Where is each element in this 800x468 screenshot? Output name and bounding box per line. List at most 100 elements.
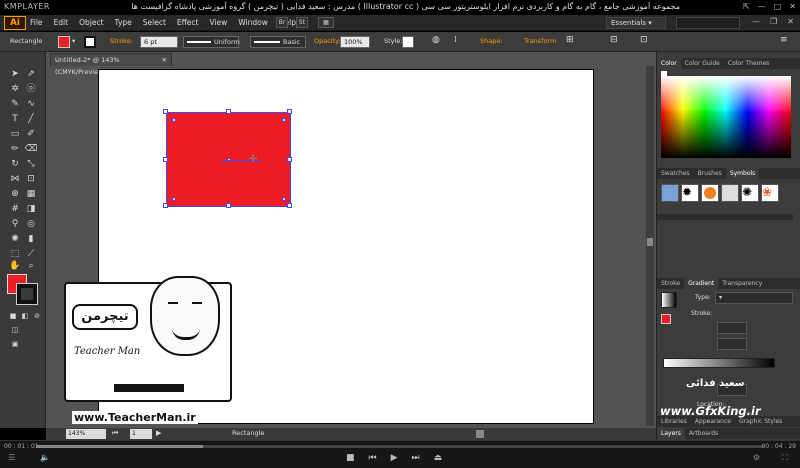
stroke-label[interactable]: Stroke:: [110, 37, 133, 45]
symbol-swatch-1[interactable]: [661, 184, 679, 202]
menu-type[interactable]: Type: [115, 18, 132, 27]
document-tab[interactable]: Untitled-2* @ 143% (CMYK/Preview) ✕: [50, 53, 172, 76]
stroke-color-swatch[interactable]: [84, 36, 96, 48]
opacity-label[interactable]: Opacity:: [314, 37, 341, 45]
corner-widget-top-right[interactable]: [282, 118, 286, 122]
tab-color-guide[interactable]: Color Guide: [681, 58, 724, 69]
scale-tool-icon[interactable]: ⤡: [24, 158, 38, 170]
direct-selection-tool-icon[interactable]: ⇗: [24, 68, 38, 80]
screen-mode-icon[interactable]: ▣: [8, 338, 22, 350]
tab-color-themes[interactable]: Color Themes: [724, 58, 773, 69]
free-transform-tool-icon[interactable]: ⊡: [24, 173, 38, 185]
symbol-swatch-5[interactable]: ✺: [741, 184, 759, 202]
maximize-icon[interactable]: □: [774, 2, 782, 11]
symbol-swatch-2[interactable]: ✹: [681, 184, 699, 202]
seek-bar[interactable]: [36, 445, 764, 448]
menu-edit[interactable]: Edit: [54, 18, 69, 27]
type-tool-icon[interactable]: T: [8, 113, 22, 125]
resize-handle-bottom[interactable]: [226, 203, 231, 208]
rotate-tool-icon[interactable]: ↻: [8, 158, 22, 170]
menu-window[interactable]: Window: [238, 18, 268, 27]
resize-handle-left[interactable]: [163, 157, 168, 162]
curvature-tool-icon[interactable]: ∿: [24, 98, 38, 110]
vertical-scroll-thumb[interactable]: [647, 238, 653, 246]
stop-icon[interactable]: ■: [346, 453, 355, 463]
menu-select[interactable]: Select: [143, 18, 166, 27]
artboard-tool-icon[interactable]: ⬚: [8, 248, 22, 260]
fill-dropdown-icon[interactable]: ▾: [72, 37, 75, 45]
app-minimize-icon[interactable]: —: [752, 17, 760, 26]
close-icon[interactable]: ✕: [789, 2, 796, 11]
width-tool-icon[interactable]: ⋈: [8, 173, 22, 185]
eyedropper-tool-icon[interactable]: ⚲: [8, 218, 22, 230]
tab-swatches[interactable]: Swatches: [657, 168, 694, 179]
volume-icon[interactable]: 🔈: [40, 453, 50, 462]
column-graph-tool-icon[interactable]: ▮: [24, 233, 38, 245]
symbol-sprayer-tool-icon[interactable]: ✺: [8, 233, 22, 245]
menu-object[interactable]: Object: [79, 18, 103, 27]
selection-tool-icon[interactable]: ➤: [8, 68, 22, 80]
arrange-documents-icon[interactable]: ▦: [318, 17, 334, 28]
bridge-button[interactable]: Br: [276, 17, 288, 28]
rectangle-tool-icon[interactable]: ▭: [8, 128, 22, 140]
next-icon[interactable]: ⏭: [412, 453, 420, 463]
eraser-tool-icon[interactable]: ⌫: [24, 143, 38, 155]
eject-icon[interactable]: ⏏: [434, 453, 443, 463]
gradient-preview[interactable]: [661, 292, 677, 308]
draw-mode-icon[interactable]: ◫: [8, 324, 22, 336]
search-input[interactable]: [676, 17, 740, 29]
mesh-tool-icon[interactable]: #: [8, 203, 22, 215]
shape-label[interactable]: Shape:: [480, 37, 503, 45]
paintbrush-tool-icon[interactable]: ✐: [24, 128, 38, 140]
lasso-tool-icon[interactable]: ⓞ: [24, 83, 38, 95]
tab-symbols[interactable]: Symbols: [725, 168, 760, 179]
graphic-style-swatch[interactable]: [402, 36, 414, 48]
pen-tool-icon[interactable]: ✎: [8, 98, 22, 110]
align-icon[interactable]: ⁞: [454, 35, 457, 45]
tab-color[interactable]: Color: [657, 58, 681, 69]
gradient-tool-icon[interactable]: ◨: [24, 203, 38, 215]
menu-effect[interactable]: Effect: [177, 18, 199, 27]
resize-handle-bottom-left[interactable]: [163, 203, 168, 208]
fullscreen-icon[interactable]: ⛶: [782, 453, 788, 463]
none-mode-icon[interactable]: ⊘: [30, 310, 44, 322]
transform-label[interactable]: Transform: [524, 37, 556, 45]
stock-button[interactable]: St: [296, 17, 308, 28]
workspace-switcher[interactable]: Essentials ▾: [606, 17, 666, 29]
symbol-swatch-6[interactable]: ❀: [761, 184, 779, 202]
tab-stroke[interactable]: Stroke: [657, 278, 684, 289]
play-icon[interactable]: ▶: [391, 453, 398, 463]
close-tab-icon[interactable]: ✕: [162, 54, 167, 66]
opacity-field[interactable]: 100%: [340, 36, 370, 48]
tab-artboards[interactable]: Artboards: [685, 428, 722, 439]
hand-tool-icon[interactable]: ✋: [8, 260, 22, 272]
gradient-aspect-field[interactable]: [717, 338, 747, 350]
isolate-icon[interactable]: ⊟: [610, 35, 618, 45]
brush-definition[interactable]: Basic: [250, 36, 306, 48]
control-panel-menu-icon[interactable]: ≡: [780, 35, 788, 45]
stroke-weight-field[interactable]: 6 pt: [140, 36, 178, 48]
horizontal-scroll-thumb[interactable]: [476, 430, 484, 438]
corner-widget-top-left[interactable]: [172, 118, 176, 122]
symbol-swatch-4[interactable]: [721, 184, 739, 202]
tab-gradient[interactable]: Gradient: [684, 278, 719, 289]
menu-file[interactable]: File: [30, 18, 43, 27]
app-close-icon[interactable]: ✕: [787, 17, 794, 26]
next-artboard-icon[interactable]: ▶: [156, 429, 161, 437]
status-current-tool[interactable]: Rectangle: [232, 429, 264, 437]
gradient-slider[interactable]: [663, 358, 775, 368]
gradient-fill-swatch[interactable]: [661, 314, 671, 324]
shaper-tool-icon[interactable]: ✏: [8, 143, 22, 155]
resize-handle-bottom-right[interactable]: [287, 203, 292, 208]
corner-widget-bottom-right[interactable]: [282, 197, 286, 201]
slice-tool-icon[interactable]: ⟋: [24, 248, 38, 260]
magic-wand-tool-icon[interactable]: ✲: [8, 83, 22, 95]
settings-icon[interactable]: ⚙: [753, 453, 760, 462]
zoom-level-field[interactable]: 143%: [66, 429, 106, 439]
resize-handle-top[interactable]: [226, 109, 231, 114]
gradient-type-select[interactable]: ▾: [715, 292, 793, 304]
zoom-tool-icon[interactable]: ⌕: [24, 260, 38, 272]
artboard-number-field[interactable]: 1: [130, 429, 152, 439]
gradient-angle-field[interactable]: [717, 322, 747, 334]
select-similar-icon[interactable]: ⊡: [640, 35, 648, 45]
